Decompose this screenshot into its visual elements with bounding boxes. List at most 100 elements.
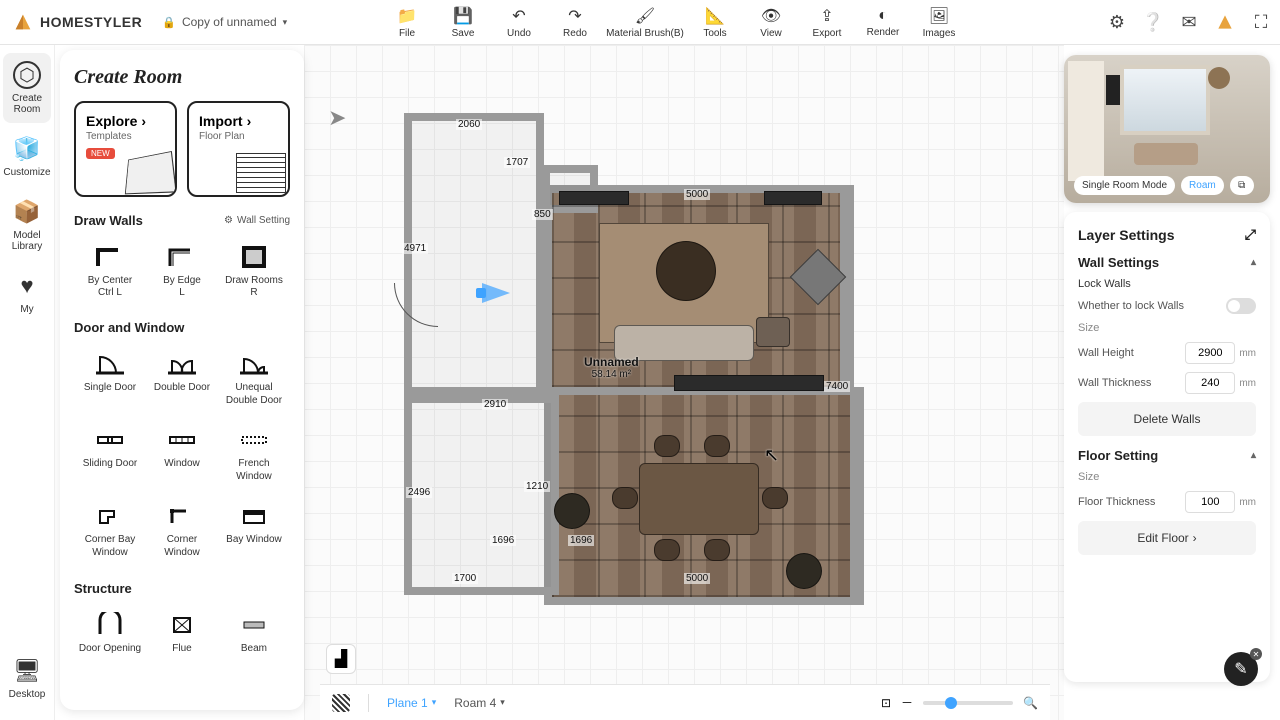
gear-icon: ⚙ bbox=[224, 215, 233, 226]
section-door-window: Door and Window bbox=[74, 320, 290, 335]
rail-customize[interactable]: 🧊 Customize bbox=[3, 127, 51, 186]
tool-window[interactable]: Window bbox=[146, 419, 218, 495]
chevron-down-icon: ▾ bbox=[283, 17, 288, 28]
tool-french-window[interactable]: French Window bbox=[218, 419, 290, 495]
floorplan-canvas[interactable]: ➤ Unnamed 58.14 m² 2060 1707 400 5000 85… bbox=[304, 45, 1064, 720]
rail-my[interactable]: ♥ My bbox=[3, 264, 51, 323]
door-arc bbox=[394, 283, 438, 327]
dim: 4971 bbox=[402, 243, 428, 254]
room-top-left[interactable] bbox=[404, 113, 544, 395]
delete-walls-button[interactable]: Delete Walls bbox=[1078, 402, 1256, 436]
wall-thickness-input[interactable] bbox=[1185, 372, 1235, 394]
edit-floor-button[interactable]: Edit Floor › bbox=[1078, 521, 1256, 555]
menu-file[interactable]: 📁File bbox=[380, 0, 434, 45]
cabinet-left[interactable] bbox=[559, 191, 629, 205]
rail-model-library[interactable]: 📦 Model Library bbox=[3, 190, 51, 260]
roam-mode-button[interactable]: Roam bbox=[1181, 176, 1224, 195]
single-room-mode-button[interactable]: Single Room Mode bbox=[1074, 176, 1175, 195]
dining-chair[interactable] bbox=[762, 487, 788, 509]
preview-copy-button[interactable]: ⧉ bbox=[1230, 176, 1254, 195]
file-name-dropdown[interactable]: 🔒 Copy of unnamed ▾ bbox=[162, 15, 287, 29]
dining-chair[interactable] bbox=[612, 487, 638, 509]
menu-save[interactable]: 💾Save bbox=[436, 0, 490, 45]
texture-toggle[interactable] bbox=[332, 694, 350, 712]
compass-icon[interactable]: ➤ bbox=[328, 105, 346, 131]
corner-window-icon bbox=[166, 503, 198, 529]
zoom-slider[interactable] bbox=[923, 701, 1013, 705]
tool-unequal-double-door[interactable]: Unequal Double Door bbox=[218, 343, 290, 419]
cabinet-right[interactable] bbox=[764, 191, 822, 205]
bay-window-icon bbox=[238, 503, 270, 529]
rail-desktop[interactable]: 🖥 Desktop bbox=[3, 649, 51, 708]
tool-door-opening[interactable]: Door Opening bbox=[74, 604, 146, 667]
menu-export[interactable]: ⇪Export bbox=[800, 0, 854, 45]
preview-couch bbox=[1134, 143, 1198, 165]
draw-rooms-icon bbox=[238, 244, 270, 270]
divider bbox=[368, 694, 369, 712]
import-floorplan-card[interactable]: Import › Floor Plan bbox=[187, 101, 290, 197]
close-icon[interactable]: ✕ bbox=[1250, 648, 1262, 660]
tool-bay-window[interactable]: Bay Window bbox=[218, 495, 290, 571]
logo[interactable]: HOMESTYLER bbox=[0, 11, 154, 33]
tool-single-door[interactable]: Single Door bbox=[74, 343, 146, 419]
tool-by-edge[interactable]: By Edge L bbox=[146, 236, 218, 310]
rail-create-room[interactable]: ⬡ Create Room bbox=[3, 53, 51, 123]
zoom-in-icon[interactable]: 🔍 bbox=[1023, 696, 1038, 710]
dim: 2910 bbox=[482, 399, 508, 410]
tool-beam[interactable]: Beam bbox=[218, 604, 290, 667]
fullscreen-icon[interactable]: ⛶ bbox=[1250, 11, 1272, 33]
room-label: Unnamed 58.14 m² bbox=[584, 355, 639, 380]
menu-images[interactable]: 🖼Images bbox=[912, 0, 966, 45]
floor-switch-button[interactable]: ▟ bbox=[326, 644, 356, 674]
menu-material-brush[interactable]: 🖌Material Brush(B) bbox=[604, 0, 686, 45]
tool-corner-window[interactable]: Corner Window bbox=[146, 495, 218, 571]
tool-draw-rooms[interactable]: Draw Rooms R bbox=[218, 236, 290, 310]
floor-thickness-input[interactable] bbox=[1185, 491, 1235, 513]
top-right-icons: ⚙ ❔ ✉ ⛶ bbox=[1106, 11, 1272, 33]
menu-render[interactable]: ◐Render bbox=[856, 0, 910, 45]
dining-chair[interactable] bbox=[654, 435, 680, 457]
menu-redo[interactable]: ↷Redo bbox=[548, 0, 602, 45]
feedback-fab[interactable]: ✎ ✕ bbox=[1224, 652, 1258, 686]
lock-walls-toggle[interactable] bbox=[1226, 298, 1256, 314]
tool-sliding-door[interactable]: Sliding Door bbox=[74, 419, 146, 495]
tool-double-door[interactable]: Double Door bbox=[146, 343, 218, 419]
brand-text: HOMESTYLER bbox=[40, 14, 142, 30]
tool-flue[interactable]: Flue bbox=[146, 604, 218, 667]
menu-undo[interactable]: ↶Undo bbox=[492, 0, 546, 45]
dining-chair[interactable] bbox=[654, 539, 680, 561]
roam-selector[interactable]: Roam 4▾ bbox=[454, 696, 505, 710]
tool-by-center[interactable]: By Center Ctrl L bbox=[74, 236, 146, 310]
plant[interactable] bbox=[786, 553, 822, 589]
explore-templates-card[interactable]: Explore › Templates NEW bbox=[74, 101, 177, 197]
plane-selector[interactable]: Plane 1▾ bbox=[387, 696, 436, 710]
desktop-icon: 🖥 bbox=[13, 657, 41, 685]
camera-marker[interactable] bbox=[482, 283, 510, 303]
preview-window bbox=[1120, 65, 1210, 135]
tool-corner-bay-window[interactable]: Corner Bay Window bbox=[74, 495, 146, 571]
coffee-table[interactable] bbox=[656, 241, 716, 301]
dining-table[interactable] bbox=[639, 463, 759, 535]
mail-icon[interactable]: ✉ bbox=[1178, 11, 1200, 33]
dining-chair[interactable] bbox=[704, 539, 730, 561]
armchair[interactable] bbox=[756, 317, 790, 347]
wall-height-input[interactable] bbox=[1185, 342, 1235, 364]
dining-chair[interactable] bbox=[704, 435, 730, 457]
expand-icon[interactable]: ⤢ bbox=[1245, 226, 1256, 243]
tv-console[interactable] bbox=[674, 375, 824, 391]
collapse-icon[interactable]: ▴ bbox=[1251, 450, 1256, 461]
undo-icon: ↶ bbox=[512, 6, 525, 26]
help-icon[interactable]: ❔ bbox=[1142, 11, 1164, 33]
mouse-cursor-icon: ↖ bbox=[764, 445, 779, 466]
fit-screen-icon[interactable]: ⊡ bbox=[881, 696, 891, 710]
wall-setting-link[interactable]: ⚙Wall Setting bbox=[224, 215, 290, 226]
collapse-icon[interactable]: ▴ bbox=[1251, 257, 1256, 268]
menu-tools[interactable]: 📐Tools bbox=[688, 0, 742, 45]
dim: 1707 bbox=[504, 157, 530, 168]
menu-view[interactable]: 👁View bbox=[744, 0, 798, 45]
zoom-out-icon[interactable]: － bbox=[901, 694, 913, 711]
render-preview[interactable]: Single Room Mode Roam ⧉ bbox=[1064, 55, 1270, 203]
settings-icon[interactable]: ⚙ bbox=[1106, 11, 1128, 33]
plant[interactable] bbox=[554, 493, 590, 529]
homestyler-logo-icon[interactable] bbox=[1214, 11, 1236, 33]
